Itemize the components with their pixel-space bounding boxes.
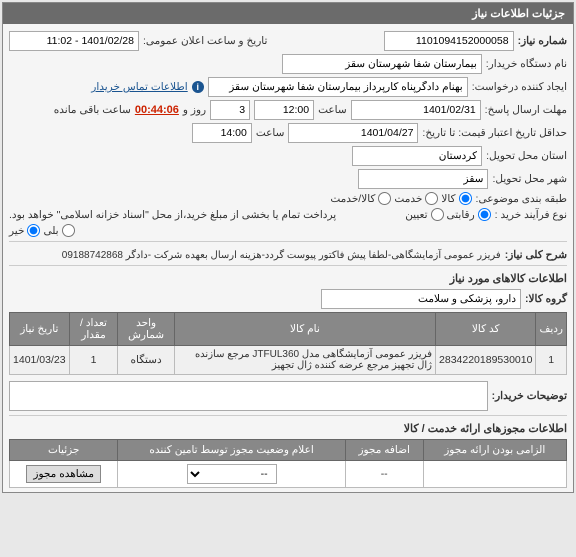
permits-table: الزامی بودن ارائه مجوز اضافه مجوز اعلام … <box>9 439 567 488</box>
desc-text: فریزر عمومی آزمایشگاهی-لطفا پیش فاکتور پ… <box>62 250 501 261</box>
budget-radio-group: کالا خدمت کالا/خدمت <box>330 192 471 205</box>
public-datetime-label: تاریخ و ساعت اعلان عمومی: <box>143 35 267 47</box>
th-qty: تعداد / مقدار <box>69 313 118 346</box>
budget-opt-a: کالا <box>441 193 455 205</box>
province-label: استان محل تحویل: <box>486 150 567 162</box>
row-purchase-type: نوع فرآیند خرید : رقابتی تعیین پرداخت تم… <box>9 208 567 221</box>
panel-title: جزئیات اطلاعات نیاز <box>3 3 573 24</box>
section-goods: اطلاعات کالاهای مورد نیاز گروه کالا: ردی… <box>9 265 567 411</box>
group-label: گروه کالا: <box>525 293 567 305</box>
row-need-number: شماره نیاز: تاریخ و ساعت اعلان عمومی: <box>9 31 567 51</box>
cell-name: فریزر عمومی آزمایشگاهی مدل JTFUL360 مرجع… <box>174 346 435 375</box>
cell-details: مشاهده مجوز <box>10 461 118 488</box>
payment-note: پرداخت تمام یا بخشی از مبلغ خرید،از محل … <box>9 209 336 221</box>
row-buyer: نام دستگاه خریدار: <box>9 54 567 74</box>
budget-opt-c: کالا/خدمت <box>330 193 375 205</box>
row-requester: ایجاد کننده درخواست: i اطلاعات تماس خرید… <box>9 77 567 97</box>
cell-date: 1401/03/23 <box>10 346 70 375</box>
radio-no[interactable] <box>27 224 40 237</box>
cell-add: -- <box>345 461 423 488</box>
details-panel: جزئیات اطلاعات نیاز شماره نیاز: تاریخ و … <box>2 2 574 493</box>
purchase-opt-a: رقابتی <box>447 209 475 221</box>
th-date: تاریخ نیاز <box>10 313 70 346</box>
opt-no: خیر <box>9 225 24 237</box>
province-field[interactable] <box>352 146 482 166</box>
requester-field[interactable] <box>208 77 468 97</box>
deadline-label: مهلت ارسال پاسخ: <box>485 104 567 116</box>
validity-time-field[interactable] <box>192 123 252 143</box>
th-name: نام کالا <box>174 313 435 346</box>
section-description: شرح کلی نیاز: فریزر عمومی آزمایشگاهی-لطف… <box>9 241 567 261</box>
day-and-label: روز و <box>183 104 206 116</box>
requester-label: ایجاد کننده درخواست: <box>472 81 567 93</box>
th-unit: واحد شمارش <box>118 313 174 346</box>
validity-date-field[interactable] <box>288 123 418 143</box>
time-label-2: ساعت <box>256 127 285 139</box>
purchase-opt-b: تعیین <box>405 209 427 221</box>
budget-opt-b: خدمت <box>394 193 422 205</box>
city-field[interactable] <box>358 169 488 189</box>
purchase-type-label: نوع فرآیند خرید : <box>495 209 567 221</box>
buyer-label: نام دستگاه خریدار: <box>486 58 567 70</box>
need-number-field[interactable] <box>384 31 514 51</box>
table-row[interactable]: 1 2834220189530010 فریزر عمومی آزمایشگاه… <box>10 346 567 375</box>
reply-time-field[interactable] <box>254 100 314 120</box>
th-row: ردیف <box>536 313 567 346</box>
city-label: شهر محل تحویل: <box>492 173 567 185</box>
reply-date-field[interactable] <box>351 100 481 120</box>
countdown-time: 00:44:06 <box>135 104 179 116</box>
table-header-row: ردیف کد کالا نام کالا واحد شمارش تعداد /… <box>10 313 567 346</box>
public-datetime-field[interactable] <box>9 31 139 51</box>
row-budget: طبقه بندی موضوعی: کالا خدمت کالا/خدمت <box>9 192 567 205</box>
buyer-contact-link[interactable]: اطلاعات تماس خریدار <box>91 81 187 93</box>
permits-row: -- -- مشاهده مجوز <box>10 461 567 488</box>
permits-header-row: الزامی بودن ارائه مجوز اضافه مجوز اعلام … <box>10 440 567 461</box>
budget-radio-both[interactable] <box>378 192 391 205</box>
group-field[interactable] <box>321 289 521 309</box>
need-number-label: شماره نیاز: <box>518 35 567 47</box>
row-city: شهر محل تحویل: <box>9 169 567 189</box>
cell-status: -- <box>118 461 346 488</box>
buyer-notes-textarea[interactable] <box>9 381 488 411</box>
goods-section-title: اطلاعات کالاهای مورد نیاز <box>9 272 567 285</box>
radio-yes[interactable] <box>62 224 75 237</box>
view-permit-button[interactable]: مشاهده مجوز <box>26 465 101 483</box>
cell-code: 2834220189530010 <box>436 346 536 375</box>
info-icon: i <box>192 81 204 93</box>
purchase-radio-group: رقابتی تعیین <box>405 208 490 221</box>
cell-unit: دستگاه <box>118 346 174 375</box>
th-details: جزئیات <box>10 440 118 461</box>
purchase-radio-assign[interactable] <box>431 208 444 221</box>
th-status: اعلام وضعیت مجوز توسط تامین کننده <box>118 440 346 461</box>
status-select[interactable]: -- <box>187 464 277 484</box>
permits-section-title: اطلاعات مجوزهای ارائه خدمت / کالا <box>9 422 567 435</box>
row-deadline: مهلت ارسال پاسخ: ساعت روز و 00:44:06 ساع… <box>9 100 567 120</box>
remaining-days-field[interactable] <box>210 100 250 120</box>
th-code: کد کالا <box>436 313 536 346</box>
remaining-label: ساعت باقی مانده <box>54 104 131 116</box>
cell-mandatory <box>423 461 566 488</box>
row-validity: حداقل تاریخ اعتبار قیمت: تا تاریخ: ساعت <box>9 123 567 143</box>
opt-yes: بلی <box>43 225 58 237</box>
panel-body: شماره نیاز: تاریخ و ساعت اعلان عمومی: نا… <box>3 24 573 492</box>
row-province: استان محل تحویل: <box>9 146 567 166</box>
th-add: اضافه مجوز <box>345 440 423 461</box>
buyer-notes-label: توضیحات خریدار: <box>492 390 567 402</box>
desc-label: شرح کلی نیاز: <box>505 249 567 261</box>
goods-table: ردیف کد کالا نام کالا واحد شمارش تعداد /… <box>9 312 567 375</box>
purchase-radio-competitive[interactable] <box>478 208 491 221</box>
budget-radio-service[interactable] <box>425 192 438 205</box>
yesno-radio-group: بلی خیر <box>9 224 75 237</box>
budget-radio-goods[interactable] <box>459 192 472 205</box>
buyer-field[interactable] <box>282 54 482 74</box>
cell-qty: 1 <box>69 346 118 375</box>
row-yesno: بلی خیر <box>9 224 567 237</box>
validity-label: حداقل تاریخ اعتبار قیمت: تا تاریخ: <box>422 127 567 139</box>
th-mandatory: الزامی بودن ارائه مجوز <box>423 440 566 461</box>
budget-label: طبقه بندی موضوعی: <box>476 193 567 205</box>
time-label-1: ساعت <box>318 104 347 116</box>
cell-row: 1 <box>536 346 567 375</box>
section-permits: اطلاعات مجوزهای ارائه خدمت / کالا الزامی… <box>9 415 567 488</box>
